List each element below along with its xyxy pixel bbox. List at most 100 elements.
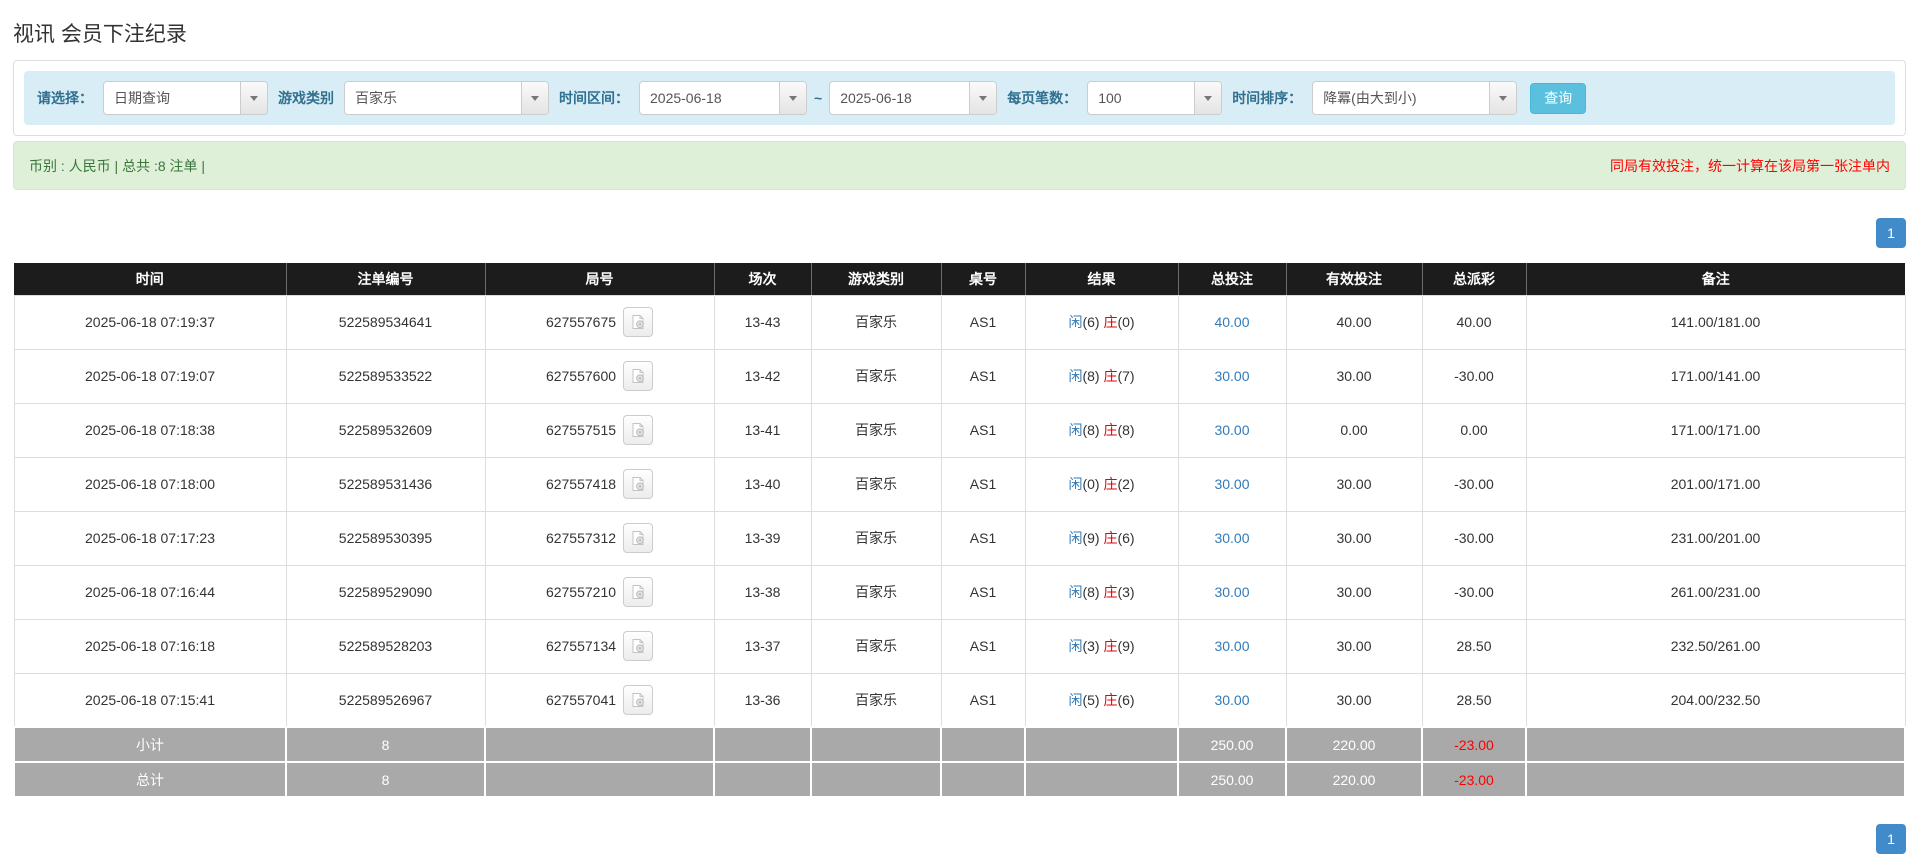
cell-result: 闲(3) 庄(9) — [1024, 618, 1179, 674]
cell-table: AS1 — [940, 618, 1026, 674]
game-category-select[interactable]: 百家乐 — [344, 81, 549, 115]
video-replay-button[interactable] — [623, 307, 654, 337]
query-type-select[interactable]: 日期查询 — [103, 81, 268, 115]
cell-time: 2025-06-18 07:16:18 — [13, 618, 287, 674]
video-replay-button[interactable] — [623, 469, 654, 499]
currency-total-text: 币别 : 人民币 | 总共 :8 注单 | — [29, 157, 206, 174]
video-replay-button[interactable] — [623, 631, 654, 661]
round-wrap: 627557515 — [546, 415, 654, 445]
table-row: 2025-06-18 07:15:41 522589526967 627557041… — [13, 672, 1906, 728]
cell-session: 13-42 — [713, 348, 812, 404]
cell-valid-bet: 30.00 — [1285, 672, 1423, 728]
player-result-score: (5) — [1082, 691, 1104, 708]
total-bet-link[interactable]: 30.00 — [1214, 692, 1249, 708]
film-record-icon — [632, 423, 644, 437]
banker-result-score: (9) — [1117, 638, 1135, 654]
chevron-down-icon[interactable] — [240, 82, 267, 114]
player-result-score: (9) — [1082, 530, 1104, 546]
cell-remark: 204.00/232.50 — [1525, 672, 1906, 728]
cell-payout: -30.00 — [1421, 348, 1527, 404]
cell-valid-bet: 30.00 — [1285, 618, 1423, 674]
cell-remark: 232.50/261.00 — [1525, 618, 1906, 674]
banker-result-label: 庄 — [1103, 476, 1118, 492]
cell-round: 627557312 — [484, 510, 715, 566]
round-wrap: 627557600 — [546, 361, 654, 391]
time-sort-select[interactable]: 降冪(由大到小) — [1312, 81, 1518, 115]
column-header: 局号 — [485, 263, 715, 295]
per-page-select[interactable]: 100 — [1087, 81, 1223, 115]
total-bet-link[interactable]: 30.00 — [1214, 584, 1249, 600]
chevron-down-icon[interactable] — [779, 82, 806, 114]
subtotal-row-valid-bet: 220.00 — [1285, 726, 1423, 763]
player-result-label: 闲 — [1068, 638, 1083, 654]
round-wrap: 627557418 — [546, 469, 654, 499]
subtotal-row-empty — [810, 726, 942, 763]
total-bet-link[interactable]: 30.00 — [1214, 476, 1249, 492]
page-button-1[interactable]: 1 — [1876, 218, 1906, 248]
time-range-label: 时间区间： — [559, 90, 629, 106]
player-result-label: 闲 — [1068, 368, 1083, 384]
video-replay-button[interactable] — [623, 415, 654, 445]
table-row: 2025-06-18 07:19:37 522589534641 627557675… — [13, 294, 1906, 350]
player-result-score: (8) — [1082, 584, 1104, 600]
cell-game: 百家乐 — [810, 672, 942, 728]
round-wrap: 627557675 — [546, 307, 654, 337]
cell-total-bet: 30.00 — [1177, 618, 1287, 674]
total-bet-link[interactable]: 30.00 — [1214, 530, 1249, 546]
film-record-icon — [632, 315, 644, 329]
game-category-label: 游戏类别 — [278, 90, 334, 106]
cell-time: 2025-06-18 07:17:23 — [13, 510, 287, 566]
cell-round: 627557675 — [484, 294, 715, 350]
video-replay-button[interactable] — [623, 523, 654, 553]
page-button-1[interactable]: 1 — [1876, 824, 1906, 854]
cell-valid-bet: 30.00 — [1285, 456, 1423, 512]
player-result-label: 闲 — [1068, 422, 1083, 438]
table-row: 2025-06-18 07:17:23 522589530395 627557312… — [13, 510, 1906, 566]
total-row-empty — [940, 761, 1026, 798]
subtotal-row-empty — [484, 726, 715, 763]
column-header: 注单编号 — [286, 263, 486, 295]
search-button[interactable]: 查询 — [1530, 82, 1587, 114]
video-replay-button[interactable] — [623, 361, 654, 391]
cell-payout: 0.00 — [1421, 402, 1527, 458]
cell-table: AS1 — [940, 402, 1026, 458]
cell-valid-bet: 40.00 — [1285, 294, 1423, 350]
column-header: 时间 — [14, 263, 287, 295]
round-wrap: 627557312 — [545, 523, 654, 553]
chevron-down-icon[interactable] — [1194, 82, 1222, 114]
banker-result-score: (6) — [1117, 530, 1135, 546]
cell-payout: -30.00 — [1421, 564, 1527, 620]
chevron-down-icon[interactable] — [1489, 82, 1517, 114]
subtotal-row: 小计 8 250.00 220.00 -23.00 — [13, 726, 1906, 763]
total-row-payout: -23.00 — [1421, 761, 1527, 798]
cell-result: 闲(9) 庄(6) — [1024, 510, 1179, 566]
date-to-select[interactable]: 2025-06-18 — [829, 81, 998, 115]
cell-result: 闲(8) 庄(8) — [1024, 402, 1179, 458]
total-row-count: 8 — [285, 761, 486, 798]
chevron-down-icon[interactable] — [969, 82, 997, 114]
round-number: 627557312 — [545, 530, 617, 546]
chevron-down-icon[interactable] — [521, 82, 548, 114]
video-replay-button[interactable] — [623, 684, 654, 715]
total-bet-link[interactable]: 30.00 — [1214, 368, 1249, 384]
column-header: 桌号 — [941, 263, 1026, 295]
date-from-select[interactable]: 2025-06-18 — [639, 81, 807, 115]
player-result-label: 闲 — [1068, 584, 1083, 600]
banker-result-label: 庄 — [1103, 422, 1118, 438]
filter-bar: 请选择： 日期查询 游戏类别 百家乐 时间区间： 2025-06-18 ~ 20… — [24, 71, 1895, 125]
cell-session: 13-39 — [713, 510, 812, 566]
cell-bet-id: 522589532609 — [285, 402, 486, 458]
player-result-label: 闲 — [1068, 476, 1083, 492]
cell-remark: 231.00/201.00 — [1525, 510, 1906, 566]
subtotal-row-total-bet: 250.00 — [1177, 726, 1287, 763]
total-bet-link[interactable]: 30.00 — [1214, 422, 1249, 438]
cell-time: 2025-06-18 07:18:38 — [13, 402, 287, 458]
total-row: 总计 8 250.00 220.00 -23.00 — [13, 761, 1906, 798]
cell-result: 闲(0) 庄(2) — [1024, 456, 1179, 512]
film-record-icon — [632, 531, 644, 545]
video-replay-button[interactable] — [623, 577, 654, 607]
total-bet-link[interactable]: 40.00 — [1214, 314, 1249, 330]
table-row: 2025-06-18 07:19:07 522589533522 627557600… — [13, 348, 1906, 404]
total-bet-link[interactable]: 30.00 — [1214, 638, 1249, 654]
cell-remark: 201.00/171.00 — [1525, 456, 1906, 512]
